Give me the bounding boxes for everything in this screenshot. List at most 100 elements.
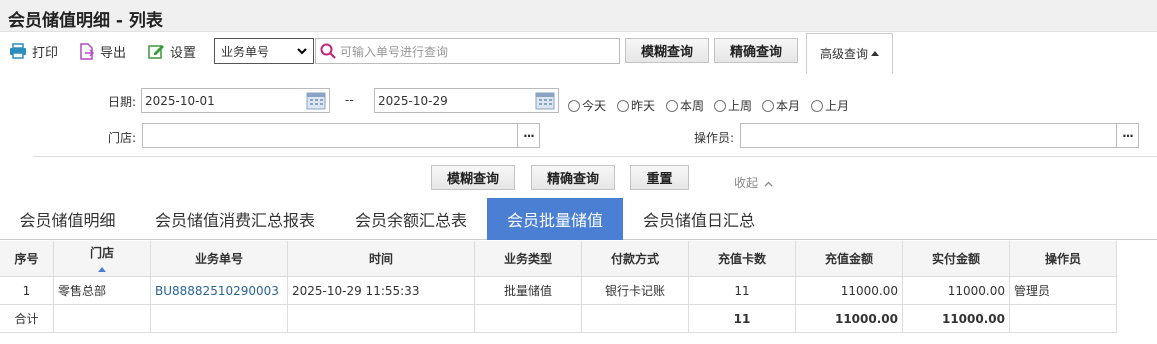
- fuzzy-search-button[interactable]: 模糊查询: [625, 38, 709, 63]
- tab-recharge-consumption-summary[interactable]: 会员储值消费汇总报表: [135, 198, 335, 240]
- radio-label: 上周: [728, 99, 753, 113]
- title-bar: 会员储值明细 - 列表: [0, 0, 1157, 32]
- cell-business-type: 批量储值: [475, 277, 582, 305]
- store-picker[interactable]: ···: [142, 123, 540, 148]
- header-cell[interactable]: 序号: [0, 241, 54, 277]
- caret-up-icon: [871, 51, 879, 56]
- calendar-icon[interactable]: [535, 91, 555, 110]
- radio-yesterday[interactable]: 昨天: [617, 97, 655, 114]
- divider: [33, 156, 1157, 157]
- radio-label: 本月: [776, 99, 801, 113]
- header-cell[interactable]: 时间: [288, 241, 475, 277]
- header-cell[interactable]: 付款方式: [582, 241, 689, 277]
- total-label: 合计: [0, 305, 54, 333]
- date-from-input[interactable]: 2025-10-01: [141, 88, 330, 113]
- table-header-row: 序号 门店 业务单号 时间 业务类型 付款方式 充值卡数 充值金额 实付金额 操…: [0, 241, 1117, 277]
- cell-recharge-amount: 11000.00: [796, 277, 903, 305]
- cell-payment-method: 银行卡记账: [582, 277, 689, 305]
- page-title: 会员储值明细 - 列表: [8, 11, 163, 31]
- radio-label: 上月: [825, 99, 850, 113]
- cell-card-count: 11: [689, 277, 796, 305]
- search-icon: [320, 43, 336, 59]
- header-cell[interactable]: 充值卡数: [689, 241, 796, 277]
- cell-paid-amount: 11000.00: [903, 277, 1010, 305]
- export-button[interactable]: 导出: [79, 42, 126, 61]
- total-empty: [151, 305, 288, 333]
- cell-index: 1: [0, 277, 54, 305]
- chevron-up-icon: [764, 181, 773, 187]
- operator-more-button[interactable]: ···: [1116, 124, 1138, 147]
- table-total-row: 合计 11 11000.00 11000.00: [0, 305, 1117, 333]
- total-empty: [1010, 305, 1117, 333]
- panel-fuzzy-search-button[interactable]: 模糊查询: [431, 165, 515, 190]
- date-label: 日期:: [108, 95, 137, 109]
- tab-batch-recharge[interactable]: 会员批量储值: [487, 198, 623, 240]
- total-recharge-amount: 11000.00: [796, 305, 903, 333]
- radio-label: 今天: [582, 99, 607, 113]
- cell-store: 零售总部: [54, 277, 151, 305]
- collapse-label: 收起: [734, 176, 759, 190]
- exact-search-button[interactable]: 精确查询: [714, 38, 798, 63]
- search-type-select[interactable]: 业务单号: [214, 38, 314, 64]
- search-placeholder: 可输入单号进行查询: [340, 44, 449, 59]
- total-empty: [475, 305, 582, 333]
- store-label: 门店:: [108, 131, 137, 145]
- print-button[interactable]: 打印: [9, 42, 59, 61]
- calendar-icon[interactable]: [306, 91, 326, 110]
- radio-dot: [666, 99, 678, 112]
- chevron-down-icon: [297, 47, 307, 54]
- total-card-count: 11: [689, 305, 796, 333]
- cell-operator: 管理员: [1010, 277, 1117, 305]
- settings-button[interactable]: 设置: [148, 42, 197, 61]
- radio-dot: [568, 99, 580, 112]
- header-cell[interactable]: 充值金额: [796, 241, 903, 277]
- radio-today[interactable]: 今天: [568, 97, 606, 114]
- date-from-value: 2025-10-01: [145, 93, 215, 108]
- total-empty: [288, 305, 475, 333]
- settings-label: 设置: [170, 45, 197, 61]
- store-more-button[interactable]: ···: [517, 124, 539, 147]
- tab-balance-summary[interactable]: 会员余额汇总表: [335, 198, 487, 240]
- radio-last-month[interactable]: 上月: [811, 97, 849, 114]
- radio-last-week[interactable]: 上周: [714, 97, 752, 114]
- radio-dot: [714, 99, 726, 112]
- tab-daily-summary[interactable]: 会员储值日汇总: [623, 198, 775, 240]
- export-icon: [80, 42, 95, 60]
- search-input[interactable]: 可输入单号进行查询: [315, 38, 620, 64]
- panel-exact-search-button[interactable]: 精确查询: [531, 165, 615, 190]
- header-label: 门店: [89, 246, 114, 260]
- order-number-link[interactable]: BU88882510290003: [151, 277, 288, 305]
- advanced-filter-panel: 日期: 2025-10-01 -- 2025-10-29 今天 昨天 本周 上周…: [0, 73, 1157, 198]
- radio-dot: [617, 99, 629, 112]
- search-type-value: 业务单号: [221, 44, 270, 59]
- header-cell[interactable]: 业务单号: [151, 241, 288, 277]
- total-empty: [582, 305, 689, 333]
- date-separator: --: [345, 93, 354, 107]
- reset-button[interactable]: 重置: [630, 165, 689, 190]
- header-cell-store[interactable]: 门店: [54, 241, 151, 277]
- total-empty: [54, 305, 151, 333]
- print-label: 打印: [32, 45, 59, 61]
- header-cell[interactable]: 实付金额: [903, 241, 1010, 277]
- header-cell[interactable]: 业务类型: [475, 241, 582, 277]
- radio-label: 本周: [680, 99, 705, 113]
- date-to-input[interactable]: 2025-10-29: [374, 88, 559, 113]
- total-paid-amount: 11000.00: [903, 305, 1010, 333]
- advanced-search-tab[interactable]: 高级查询: [806, 33, 893, 74]
- report-tabs: 会员储值明细 会员储值消费汇总报表 会员余额汇总表 会员批量储值 会员储值日汇总: [0, 198, 1157, 240]
- radio-dot: [762, 99, 774, 112]
- sort-asc-icon: [98, 267, 106, 272]
- advanced-search-label: 高级查询: [819, 47, 868, 61]
- operator-picker[interactable]: ···: [740, 123, 1139, 148]
- printer-icon: [10, 43, 26, 59]
- header-cell[interactable]: 操作员: [1010, 241, 1117, 277]
- collapse-link[interactable]: 收起: [734, 174, 773, 191]
- toolbar: 打印 导出 设置 业务单号 可输入单号进行查询 模糊查询 精确查询 高级查询: [0, 33, 1157, 74]
- edit-icon: [148, 44, 164, 59]
- table-row[interactable]: 1 零售总部 BU88882510290003 2025-10-29 11:55…: [0, 277, 1117, 305]
- tab-member-recharge-detail[interactable]: 会员储值明细: [0, 198, 135, 240]
- radio-this-week[interactable]: 本周: [666, 97, 704, 114]
- operator-label: 操作员:: [694, 131, 735, 145]
- date-to-value: 2025-10-29: [378, 93, 448, 108]
- radio-this-month[interactable]: 本月: [762, 97, 800, 114]
